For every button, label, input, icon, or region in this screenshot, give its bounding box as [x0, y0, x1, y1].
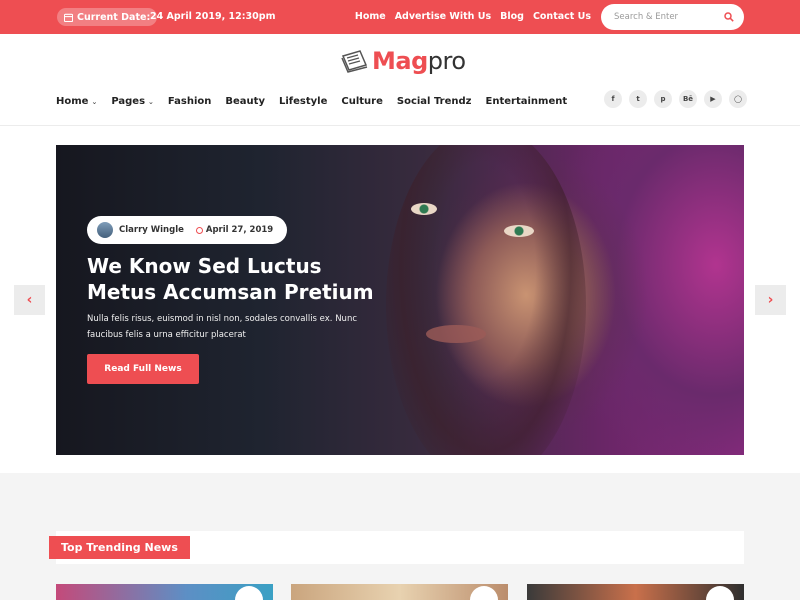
top-link-advertise[interactable]: Advertise With Us: [395, 11, 491, 22]
card-badge: [470, 586, 498, 600]
hero-slider[interactable]: Clarry Wingle April 27, 2019 We Know Sed…: [56, 145, 744, 455]
nav-item-culture[interactable]: Culture: [341, 96, 383, 107]
main-nav: Home ⌄ Pages ⌄ Fashion Beauty Lifestyle Cu…: [56, 96, 567, 107]
chevron-right-icon: ›: [767, 292, 774, 308]
avatar: [97, 222, 113, 238]
nav-item-home[interactable]: Home ⌄: [56, 96, 97, 107]
nav-item-pages[interactable]: Pages ⌄: [111, 96, 154, 107]
pinterest-icon[interactable]: p: [654, 90, 672, 108]
chevron-down-icon: ⌄: [91, 97, 98, 106]
nav-item-label: Pages: [111, 96, 146, 107]
post-date: April 27, 2019: [195, 225, 274, 235]
newspaper-icon: [341, 50, 368, 73]
slider-next-button[interactable]: ›: [755, 285, 786, 315]
search-icon[interactable]: [724, 12, 734, 22]
logo-text: Magpro: [372, 47, 466, 75]
twitter-icon[interactable]: t: [629, 90, 647, 108]
clock-icon: [195, 226, 203, 234]
hero-image-detail: [426, 325, 486, 343]
hero-image-detail: [411, 203, 437, 215]
nav-divider: [0, 125, 800, 126]
hero-description: Nulla felis risus, euismod in nisl non, …: [87, 314, 358, 340]
current-date-badge: Current Date:: [57, 8, 158, 26]
calendar-icon: [64, 13, 73, 22]
top-link-blog[interactable]: Blog: [500, 11, 524, 22]
facebook-icon[interactable]: f: [604, 90, 622, 108]
nav-item-social-trendz[interactable]: Social Trendz: [397, 96, 472, 107]
slider-prev-button[interactable]: ‹: [14, 285, 45, 315]
card-badge: [706, 586, 734, 600]
youtube-icon[interactable]: ▶: [704, 90, 722, 108]
trending-card[interactable]: [527, 584, 744, 600]
nav-item-entertainment[interactable]: Entertainment: [486, 96, 568, 107]
hero-image-detail: [504, 225, 534, 237]
logo-mag: Mag: [372, 47, 428, 75]
current-date-value: 24 April 2019, 12:30pm: [150, 11, 276, 22]
read-full-news-button[interactable]: Read Full News: [87, 354, 199, 384]
top-links: Home Advertise With Us Blog Contact Us: [355, 11, 591, 22]
current-date-label: Current Date:: [77, 11, 151, 23]
chevron-down-icon: ⌄: [148, 97, 154, 106]
nav-item-fashion[interactable]: Fashion: [168, 96, 211, 107]
hero-title[interactable]: We Know Sed Luctus Metus Accumsan Pretiu…: [87, 253, 387, 305]
top-link-contact[interactable]: Contact Us: [533, 11, 591, 22]
site-logo[interactable]: Magpro: [340, 47, 466, 75]
behance-icon[interactable]: Bē: [679, 90, 697, 108]
trending-title: Top Trending News: [49, 536, 190, 559]
search-input[interactable]: [614, 12, 709, 22]
top-bar: Current Date: 24 April 2019, 12:30pm Hom…: [0, 0, 800, 34]
search-box: [601, 4, 744, 30]
nav-item-beauty[interactable]: Beauty: [225, 96, 265, 107]
social-links: f t p Bē ▶ ◯: [604, 90, 747, 108]
trending-card[interactable]: [291, 584, 508, 600]
card-badge: [235, 586, 263, 600]
hero-image: [386, 145, 586, 455]
trending-card[interactable]: [56, 584, 273, 600]
post-date-text: April 27, 2019: [205, 225, 274, 235]
post-author[interactable]: Clarry Wingle: [119, 225, 184, 235]
chevron-left-icon: ‹: [26, 292, 33, 308]
instagram-icon[interactable]: ◯: [729, 90, 747, 108]
top-link-home[interactable]: Home: [355, 11, 386, 22]
post-meta: Clarry Wingle April 27, 2019: [87, 216, 288, 244]
nav-item-label: Home: [56, 96, 89, 107]
nav-item-lifestyle[interactable]: Lifestyle: [279, 96, 327, 107]
logo-pro: pro: [427, 47, 466, 75]
